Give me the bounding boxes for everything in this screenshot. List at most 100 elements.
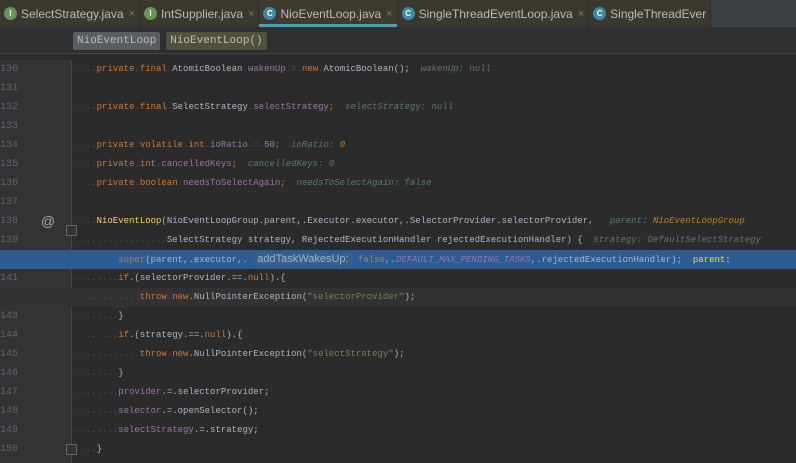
code-line[interactable]: ........}: [0, 364, 796, 383]
code-line[interactable]: ............throw.new.NullPointerExcepti…: [0, 345, 796, 364]
code-token: ioRatio: [210, 140, 248, 150]
inline-value-hint: ioRatio:: [280, 140, 340, 150]
tab-nioeventloop-java[interactable]: C NioEventLoop.java ×: [259, 0, 398, 27]
code-token: }: [96, 444, 103, 454]
close-icon[interactable]: ×: [129, 8, 135, 20]
inline-value-hint: strategy: DefaultSelectStrategy: [582, 235, 761, 245]
code-token: throw: [139, 349, 167, 359]
code-line[interactable]: ........selector.=.openSelector();: [0, 402, 796, 421]
tab-selectstrategy-java[interactable]: I SelectStrategy.java ×: [0, 0, 140, 27]
code-token: if: [118, 273, 130, 283]
code-token: }: [118, 368, 124, 378]
code-token: selector: [118, 406, 162, 416]
code-token: ........: [75, 368, 119, 378]
code-line[interactable]: ....}: [0, 440, 796, 459]
code-token: new: [172, 349, 189, 359]
code-token: wakenUp: [247, 64, 286, 74]
code-line[interactable]: ........provider.=.selectorProvider;: [0, 383, 796, 402]
code-token: 50: [264, 140, 275, 150]
tab-label: IntSupplier.java: [160, 6, 243, 21]
code-token: needsToSelectAgain: [183, 178, 281, 188]
close-icon[interactable]: ×: [248, 8, 254, 20]
code-text: ....NioEventLoop(NioEventLoopGroup.paren…: [75, 212, 745, 231]
code-token: selectStrategy: [118, 425, 194, 435]
code-line[interactable]: ....private.boolean.needsToSelectAgain; …: [0, 174, 796, 193]
code-token: .NullPointerException(: [188, 349, 308, 359]
tab-singlethreadever[interactable]: C SingleThreadEver: [589, 0, 712, 27]
code-token: ,.: [385, 255, 396, 265]
code-token: false: [357, 255, 385, 265]
code-token: "selectorProvider": [307, 292, 405, 302]
code-token: ....: [75, 178, 97, 188]
tab-label: SingleThreadEver: [610, 6, 707, 21]
code-text: ........if.(selectorProvider.==.null).{: [75, 269, 286, 288]
code-text: .................SelectStrategy strategy…: [75, 231, 761, 250]
inline-value-hint: wakenUp: null: [409, 64, 491, 74]
code-token: .=.: [285, 64, 302, 74]
code-line[interactable]: ....private.int.cancelledKeys; cancelled…: [0, 155, 796, 174]
tab-intsupplier-java[interactable]: I IntSupplier.java ×: [139, 0, 260, 27]
code-line[interactable]: ........super(parent,.executor,. addTask…: [0, 250, 796, 269]
code-line[interactable]: [0, 117, 796, 136]
code-token: private: [96, 140, 135, 150]
code-token: private: [96, 178, 135, 188]
code-line[interactable]: ............throw.new.NullPointerExcepti…: [0, 288, 796, 307]
code-token: .................: [75, 235, 167, 245]
code-token: parent:: [682, 255, 731, 265]
code-token: (NioEventLoopGroup.parent,.Executor.exec…: [161, 216, 594, 226]
breadcrumb-class[interactable]: NioEventLoop: [73, 31, 161, 50]
code-token: ........: [75, 406, 119, 416]
code-token: }: [118, 311, 124, 321]
code-token: "selectStrategy": [307, 349, 394, 359]
class-icon: C: [593, 7, 607, 20]
code-token: ....: [75, 64, 97, 74]
code-token: int: [139, 159, 157, 169]
code-text: ........selector.=.openSelector();: [75, 402, 259, 421]
code-token: (parent,.executor,.: [145, 255, 254, 265]
code-line[interactable]: ....private.final.SelectStrategy.selectS…: [0, 98, 796, 117]
code-token: ,.rejectedExecutionHandler);: [530, 255, 683, 265]
code-token: null: [204, 330, 227, 340]
close-icon[interactable]: ×: [578, 8, 584, 20]
code-token: cancelledKeys: [161, 159, 232, 169]
code-token: ....: [75, 140, 97, 150]
inline-value-hint: selectStrategy: null: [334, 102, 454, 112]
code-text: ........super(parent,.executor,. addTask…: [75, 250, 731, 270]
code-line[interactable]: ....private.final.AtomicBoolean.wakenUp.…: [0, 60, 796, 79]
breadcrumb-method[interactable]: NioEventLoop(): [166, 31, 267, 50]
tab-label: NioEventLoop.java: [280, 6, 382, 21]
code-line[interactable]: ........}: [0, 307, 796, 326]
code-line[interactable]: .................SelectStrategy strategy…: [0, 231, 796, 250]
code-token: );: [393, 349, 405, 359]
code-editor[interactable]: 130131132133134135136137138@139140✓14114…: [0, 60, 796, 463]
code-line[interactable]: ....private.volatile.int.ioRatio.=.50; i…: [0, 136, 796, 155]
code-token: ....: [75, 102, 97, 112]
code-line[interactable]: [0, 193, 796, 212]
code-text: ........if.(strategy.==.null).{: [75, 326, 242, 345]
close-icon[interactable]: ×: [386, 8, 392, 20]
code-token: volatile: [139, 140, 184, 150]
code-token: private: [96, 64, 135, 74]
inline-value-hint: cancelledKeys: 0: [237, 159, 335, 169]
code-text: ........provider.=.selectorProvider;: [75, 383, 269, 402]
code-line[interactable]: [0, 79, 796, 98]
code-token: AtomicBoolean();: [323, 64, 410, 74]
code-token: ........: [75, 425, 119, 435]
code-text: ............throw.new.NullPointerExcepti…: [75, 288, 415, 307]
breadcrumb: NioEventLoop NioEventLoop(): [0, 28, 796, 54]
code-line[interactable]: ........selectStrategy.=.strategy;: [0, 421, 796, 440]
code-token: throw: [139, 292, 167, 302]
code-token: provider: [118, 387, 162, 397]
code-line[interactable]: ........if.(selectorProvider.==.null).{: [0, 269, 796, 288]
tab-singlethreadeventloop-java[interactable]: C SingleThreadEventLoop.java ×: [397, 0, 590, 27]
code-token: boolean: [139, 178, 178, 188]
code-line[interactable]: ........if.(strategy.==.null).{: [0, 326, 796, 345]
inline-value-hint: needsToSelectAgain: false: [285, 178, 432, 188]
code-token: .=.selectorProvider;: [161, 387, 270, 397]
code-line[interactable]: ....NioEventLoop(NioEventLoopGroup.paren…: [0, 212, 796, 231]
code-token: null: [247, 273, 270, 283]
code-text: ....private.volatile.int.ioRatio.=.50; i…: [75, 136, 345, 155]
code-token: private: [96, 159, 135, 169]
code-text: ....private.final.AtomicBoolean.wakenUp.…: [75, 60, 491, 79]
code-token: ........: [75, 387, 119, 397]
